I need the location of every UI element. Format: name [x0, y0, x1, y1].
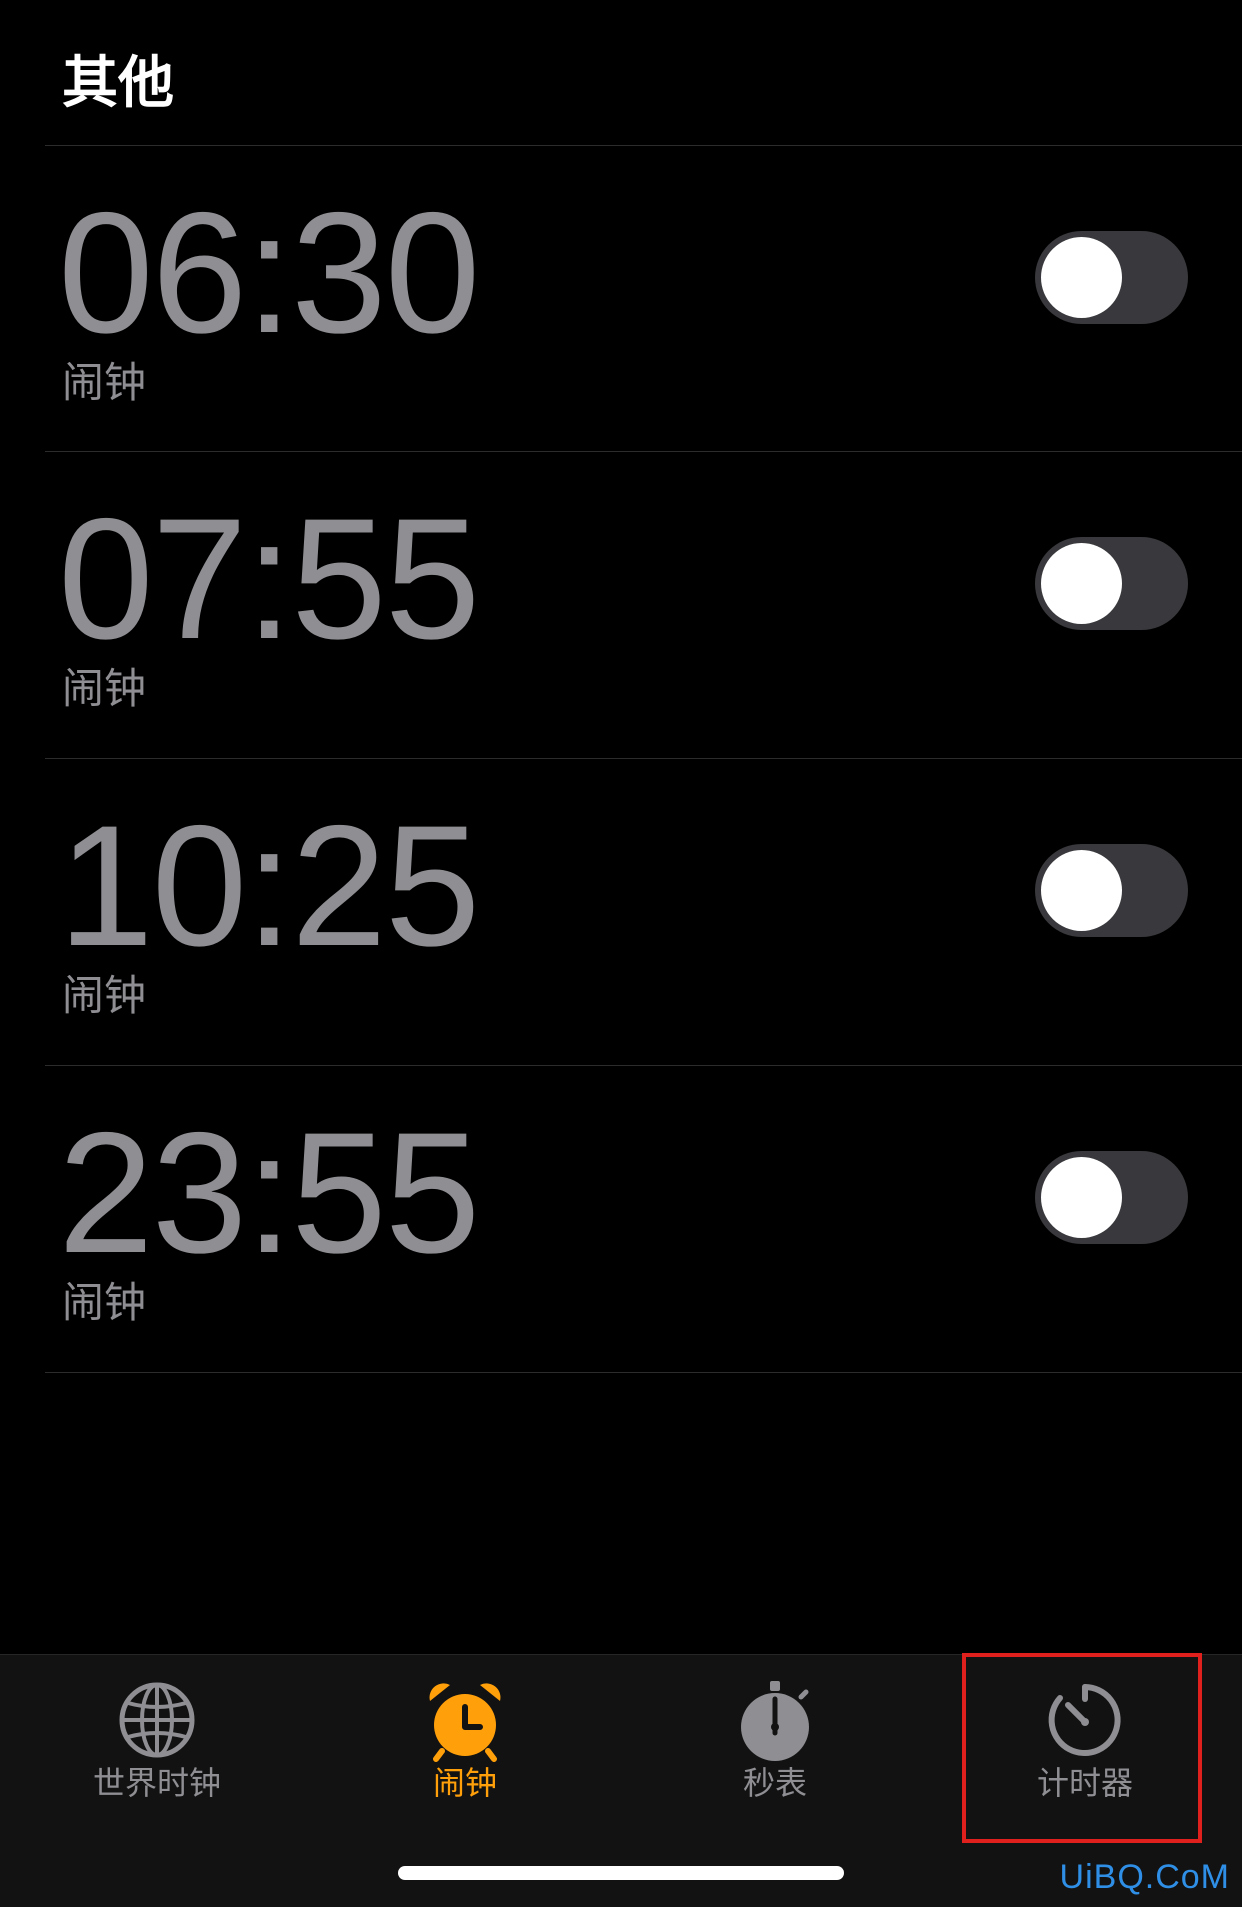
divider: [45, 1372, 1242, 1373]
alarm-time: 07:55: [58, 483, 480, 675]
alarm-time: 06:30: [58, 177, 480, 369]
alarm-clock-icon: [429, 1683, 501, 1762]
alarm-toggle[interactable]: [1035, 844, 1188, 937]
globe-icon: [119, 1682, 195, 1758]
alarm-row[interactable]: 06:30 闹钟: [0, 145, 1242, 452]
toggle-knob: [1041, 1157, 1122, 1238]
toggle-knob: [1041, 543, 1122, 624]
tab-world-clock[interactable]: 世界时钟: [2, 1655, 312, 1855]
highlight-annotation-box: [962, 1653, 1202, 1843]
tab-alarm[interactable]: 闹钟: [310, 1655, 620, 1855]
toggle-knob: [1041, 850, 1122, 931]
alarm-time: 23:55: [58, 1097, 480, 1289]
alarm-time: 10:25: [58, 790, 480, 982]
alarm-row[interactable]: 07:55 闹钟: [0, 451, 1242, 758]
alarm-toggle[interactable]: [1035, 231, 1188, 324]
tab-label: 世界时钟: [92, 1764, 221, 1802]
alarm-row[interactable]: 23:55 闹钟: [0, 1065, 1242, 1372]
alarm-label: 闹钟: [62, 971, 147, 1020]
home-indicator[interactable]: [398, 1866, 844, 1880]
tab-stopwatch[interactable]: 秒表: [620, 1655, 930, 1855]
alarm-label: 闹钟: [62, 664, 147, 713]
toggle-knob: [1041, 237, 1122, 318]
stopwatch-icon: [741, 1681, 809, 1761]
alarm-label: 闹钟: [62, 1278, 147, 1327]
alarm-label: 闹钟: [62, 358, 147, 407]
alarm-row[interactable]: 10:25 闹钟: [0, 758, 1242, 1065]
watermark-text: UiBQ.CoM: [1059, 1858, 1230, 1896]
tab-label: 秒表: [742, 1764, 807, 1802]
tab-label: 闹钟: [432, 1764, 497, 1802]
section-title: 其他: [62, 51, 174, 116]
alarm-toggle[interactable]: [1035, 1151, 1188, 1244]
alarm-toggle[interactable]: [1035, 537, 1188, 630]
